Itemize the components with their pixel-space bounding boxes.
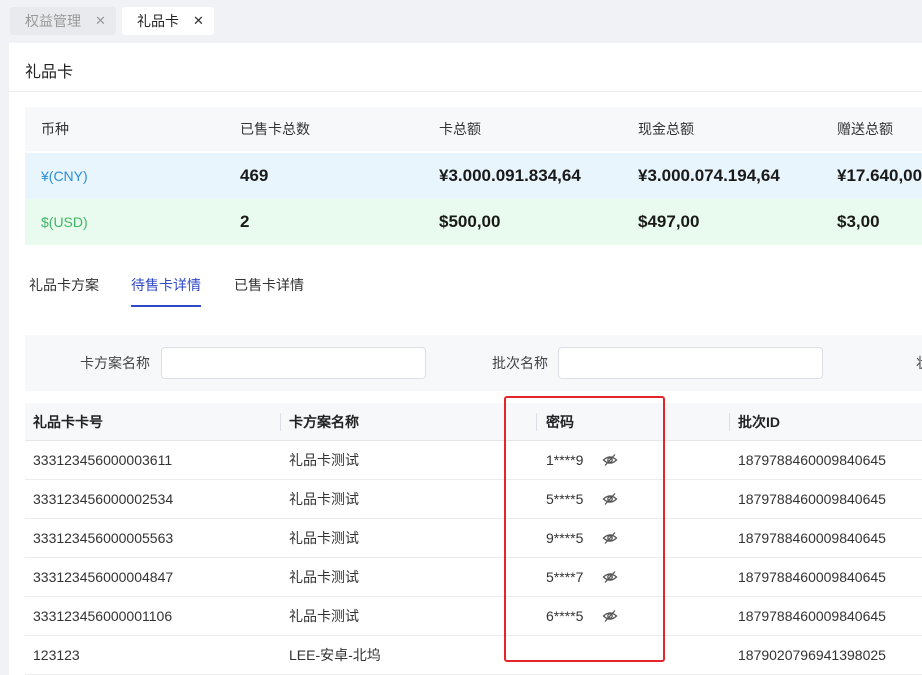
plan-name-cell: 礼品卡测试 [289,491,359,507]
table-header-row: 礼品卡卡号 卡方案名称 密码 批次ID [25,403,922,441]
summary-header-row: 币种 已售卡总数 卡总额 现金总额 赠送总额 [25,107,922,151]
plan-name-cell: 礼品卡测试 [289,530,359,546]
tab-sold-cards[interactable]: 已售卡详情 [234,275,304,295]
password-cell: 5****5 [546,480,619,518]
eye-off-icon[interactable] [601,451,619,469]
plan-name-cell: 礼品卡测试 [289,608,359,624]
summary-header-gift-total: 赠送总额 [837,121,893,137]
close-icon[interactable]: ✕ [95,13,106,29]
password-cell: 5****7 [546,558,619,596]
card-number-cell: 333123456000002534 [33,491,174,507]
summary-card-total: ¥3.000.091.834,64 [439,166,581,185]
summary-table: 币种 已售卡总数 卡总额 现金总额 赠送总额 ¥(CNY) 469 ¥3.000… [25,107,922,245]
summary-cash-total: $497,00 [638,212,700,231]
masked-password: 5****5 [546,491,584,507]
tab-rights-management[interactable]: 权益管理 ✕ [10,7,116,35]
column-divider [536,413,537,431]
header-password: 密码 [546,413,574,430]
summary-row-cny: ¥(CNY) 469 ¥3.000.091.834,64 ¥3.000.074.… [25,153,922,199]
column-divider [729,413,730,431]
eye-off-icon[interactable] [601,490,619,508]
eye-off-icon[interactable] [601,568,619,586]
summary-gift-total: ¥17.640,00 [837,166,922,185]
summary-row-usd: $(USD) 2 $500,00 $497,00 $3,00 [25,199,922,245]
summary-currency: $(USD) [41,214,88,230]
header-batch-id: 批次ID [738,413,780,430]
tab-label: 权益管理 [25,13,81,29]
card-number-cell: 333123456000001106 [33,608,173,624]
batch-id-cell: 1879020796941398025 [738,647,886,663]
table-row: 333123456000003611 礼品卡测试 1****9 18797884… [25,441,922,480]
card-number-cell: 123123 [33,647,80,663]
summary-header-cash-total: 现金总额 [638,121,694,137]
pending-cards-table: 礼品卡卡号 卡方案名称 密码 批次ID 333123456000003611 礼… [25,403,922,675]
column-divider [280,413,281,431]
summary-gift-total: $3,00 [837,212,880,231]
masked-password: 6****5 [546,608,584,624]
summary-header-sold: 已售卡总数 [240,121,310,137]
summary-cash-total: ¥3.000.074.194,64 [638,166,780,185]
eye-off-icon[interactable] [601,607,619,625]
summary-sold: 469 [240,166,269,185]
summary-header-currency: 币种 [41,121,69,137]
batch-id-cell: 1879788460009840645 [738,530,886,546]
table-row: 333123456000005563 礼品卡测试 9****5 18797884… [25,519,922,558]
tab-bar: 权益管理 ✕ 礼品卡 ✕ [0,0,922,42]
close-icon[interactable]: ✕ [193,13,204,29]
card-number-cell: 333123456000003611 [33,452,173,468]
eye-off-icon[interactable] [601,529,619,547]
plan-name-input[interactable] [161,347,426,379]
summary-card-total: $500,00 [439,212,501,231]
masked-password: 5****7 [546,569,584,585]
header-card-number: 礼品卡卡号 [33,413,103,430]
batch-name-input[interactable] [558,347,823,379]
masked-password: 9****5 [546,530,584,546]
table-row: 333123456000002534 礼品卡测试 5****5 18797884… [25,480,922,519]
active-tab-indicator [131,305,201,307]
card-number-cell: 333123456000005563 [33,530,174,546]
summary-sold: 2 [240,212,250,231]
tab-gift-card[interactable]: 礼品卡 ✕ [122,7,214,35]
batch-id-cell: 1879788460009840645 [738,491,886,507]
table-row: 123123 LEE-安卓-北坞 1879020796941398025 [25,636,922,675]
divider [9,91,922,92]
summary-currency: ¥(CNY) [41,168,88,184]
plan-name-cell: 礼品卡测试 [289,452,359,468]
tab-gift-card-plans[interactable]: 礼品卡方案 [29,275,99,295]
password-cell: 1****9 [546,441,619,479]
tab-pending-cards[interactable]: 待售卡详情 [131,275,201,295]
status-label-partial: 状 [916,335,922,391]
table-row: 333123456000004847 礼品卡测试 5****7 18797884… [25,558,922,597]
password-cell: 9****5 [546,519,619,557]
batch-name-label: 批次名称 [492,355,548,371]
password-cell: 6****5 [546,597,619,635]
batch-id-cell: 1879788460009840645 [738,569,886,585]
masked-password: 1****9 [546,452,584,468]
plan-name-label: 卡方案名称 [80,355,150,371]
plan-name-cell: 礼品卡测试 [289,569,359,585]
page-title: 礼品卡 [25,64,74,81]
header-plan-name: 卡方案名称 [289,413,359,430]
card-number-cell: 333123456000004847 [33,569,174,585]
table-row: 333123456000001106 礼品卡测试 6****5 18797884… [25,597,922,636]
batch-id-cell: 1879788460009840645 [738,608,886,624]
tab-label: 礼品卡 [137,13,179,29]
filter-bar: 卡方案名称 批次名称 状 [25,335,922,391]
plan-name-cell: LEE-安卓-北坞 [289,647,381,663]
table-body: 333123456000003611 礼品卡测试 1****9 18797884… [25,441,922,675]
batch-id-cell: 1879788460009840645 [738,452,886,468]
summary-header-card-total: 卡总额 [439,121,481,137]
